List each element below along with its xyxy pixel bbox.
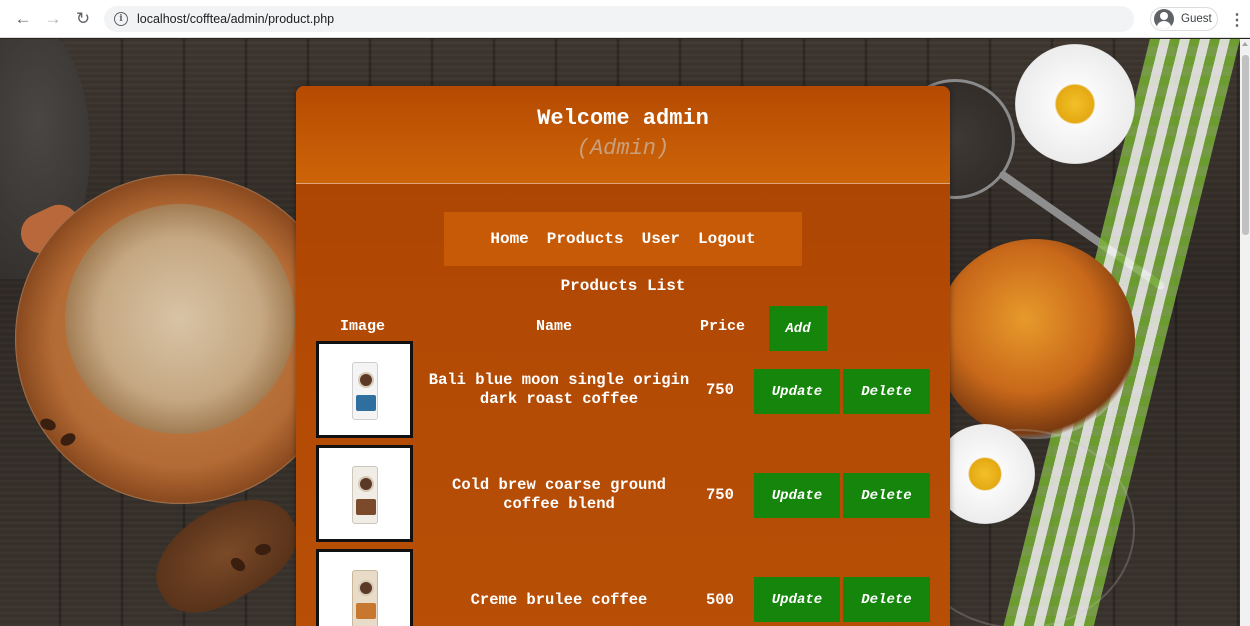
label-band (356, 499, 376, 515)
product-name: Cold brew coarse ground coffee blend (452, 476, 666, 513)
brand-logo-icon (358, 372, 374, 388)
product-image (316, 549, 413, 626)
role-label: (Admin) (576, 136, 670, 161)
coffee-cup-decoration (65, 204, 295, 434)
site-info-icon[interactable]: i (114, 12, 128, 26)
column-header-price: Price (700, 318, 746, 335)
scroll-up-icon[interactable] (1242, 42, 1248, 46)
coffee-bag-icon (352, 362, 378, 420)
welcome-heading: Welcome admin (537, 106, 709, 131)
delete-button[interactable]: Delete (843, 577, 930, 622)
admin-panel: Welcome admin (Admin) Home Products User… (296, 86, 950, 626)
label-band (356, 603, 376, 619)
brand-logo-icon (358, 476, 374, 492)
product-price: 500 (706, 591, 734, 609)
product-price: 750 (706, 381, 734, 399)
address-bar[interactable]: i localhost/cofftea/admin/product.php (104, 6, 1134, 32)
table-row: Creme brulee coffee 500 Update Delete (296, 549, 950, 626)
update-button[interactable]: Update (754, 577, 840, 622)
delete-button[interactable]: Delete (843, 473, 930, 518)
product-image (316, 341, 413, 438)
label-band (356, 395, 376, 411)
nav-user[interactable]: User (640, 226, 682, 252)
back-arrow-icon[interactable]: ← (12, 8, 34, 30)
admin-nav-menu: Home Products User Logout (444, 212, 802, 266)
coffee-bag-icon (352, 570, 378, 626)
scrollbar-thumb[interactable] (1242, 55, 1249, 235)
column-header-name: Name (536, 318, 573, 335)
profile-button[interactable]: Guest (1150, 7, 1218, 31)
product-image (316, 445, 413, 542)
panel-header: Welcome admin (Admin) (296, 86, 950, 184)
table-row: Cold brew coarse ground coffee blend 750… (296, 445, 950, 543)
delete-button[interactable]: Delete (843, 369, 930, 414)
product-price: 750 (706, 486, 734, 504)
table-row: Bali blue moon single origin dark roast … (296, 341, 950, 439)
update-button[interactable]: Update (754, 473, 840, 518)
daisy-decoration (1015, 44, 1135, 164)
daisy-decoration (935, 424, 1035, 524)
brand-logo-icon (358, 580, 374, 596)
tea-cup-decoration (935, 239, 1135, 439)
nav-products[interactable]: Products (545, 226, 626, 252)
coffee-bag-icon (352, 466, 378, 524)
forward-arrow-icon[interactable]: → (42, 8, 64, 30)
nav-logout[interactable]: Logout (696, 226, 758, 252)
guest-avatar-icon (1154, 9, 1174, 29)
reload-icon[interactable]: ↻ (72, 8, 94, 30)
products-list-title: Products List (560, 277, 686, 295)
profile-label: Guest (1181, 13, 1212, 25)
update-button[interactable]: Update (754, 369, 840, 414)
url-text: localhost/cofftea/admin/product.php (137, 12, 335, 26)
product-name: Bali blue moon single origin dark roast … (428, 371, 690, 408)
column-header-image: Image (340, 318, 386, 335)
browser-toolbar: ← → ↻ i localhost/cofftea/admin/product.… (0, 0, 1250, 38)
nav-home[interactable]: Home (488, 226, 530, 252)
product-name: Creme brulee coffee (470, 591, 648, 609)
browser-menu-icon[interactable]: ⋮ (1229, 10, 1245, 30)
